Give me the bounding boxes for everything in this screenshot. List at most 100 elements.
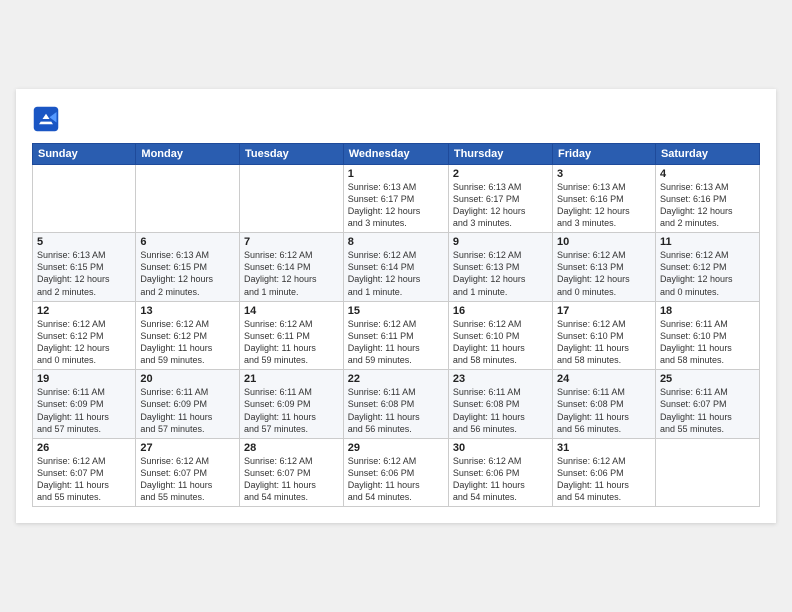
calendar-cell: 14Sunrise: 6:12 AM Sunset: 6:11 PM Dayli… <box>239 301 343 370</box>
cell-day-number: 17 <box>557 305 651 317</box>
cell-day-number: 29 <box>348 442 444 454</box>
calendar-cell: 20Sunrise: 6:11 AM Sunset: 6:09 PM Dayli… <box>136 370 240 439</box>
calendar-cell: 22Sunrise: 6:11 AM Sunset: 6:08 PM Dayli… <box>343 370 448 439</box>
calendar-week-row: 19Sunrise: 6:11 AM Sunset: 6:09 PM Dayli… <box>33 370 760 439</box>
cell-day-number: 10 <box>557 236 651 248</box>
cell-day-number: 26 <box>37 442 131 454</box>
weekday-header: Thursday <box>448 143 552 164</box>
calendar-cell: 3Sunrise: 6:13 AM Sunset: 6:16 PM Daylig… <box>553 164 656 233</box>
cell-day-number: 25 <box>660 373 755 385</box>
cell-info-text: Sunrise: 6:12 AM Sunset: 6:13 PM Dayligh… <box>557 249 651 298</box>
calendar-cell: 21Sunrise: 6:11 AM Sunset: 6:09 PM Dayli… <box>239 370 343 439</box>
cell-day-number: 27 <box>140 442 235 454</box>
calendar-cell: 1Sunrise: 6:13 AM Sunset: 6:17 PM Daylig… <box>343 164 448 233</box>
calendar-cell: 31Sunrise: 6:12 AM Sunset: 6:06 PM Dayli… <box>553 438 656 507</box>
cell-info-text: Sunrise: 6:12 AM Sunset: 6:12 PM Dayligh… <box>140 318 235 367</box>
calendar-cell: 13Sunrise: 6:12 AM Sunset: 6:12 PM Dayli… <box>136 301 240 370</box>
cell-info-text: Sunrise: 6:12 AM Sunset: 6:12 PM Dayligh… <box>37 318 131 367</box>
cell-day-number: 8 <box>348 236 444 248</box>
cell-day-number: 4 <box>660 168 755 180</box>
cell-info-text: Sunrise: 6:11 AM Sunset: 6:09 PM Dayligh… <box>244 386 339 435</box>
cell-day-number: 31 <box>557 442 651 454</box>
calendar-cell: 5Sunrise: 6:13 AM Sunset: 6:15 PM Daylig… <box>33 233 136 302</box>
cell-day-number: 2 <box>453 168 548 180</box>
calendar-cell <box>239 164 343 233</box>
calendar-cell: 11Sunrise: 6:12 AM Sunset: 6:12 PM Dayli… <box>655 233 759 302</box>
cell-info-text: Sunrise: 6:13 AM Sunset: 6:16 PM Dayligh… <box>660 181 755 230</box>
cell-info-text: Sunrise: 6:13 AM Sunset: 6:15 PM Dayligh… <box>37 249 131 298</box>
cell-info-text: Sunrise: 6:12 AM Sunset: 6:11 PM Dayligh… <box>348 318 444 367</box>
cell-day-number: 1 <box>348 168 444 180</box>
cell-day-number: 11 <box>660 236 755 248</box>
cell-day-number: 13 <box>140 305 235 317</box>
calendar-cell: 16Sunrise: 6:12 AM Sunset: 6:10 PM Dayli… <box>448 301 552 370</box>
weekday-header-row: SundayMondayTuesdayWednesdayThursdayFrid… <box>33 143 760 164</box>
calendar-cell <box>33 164 136 233</box>
cell-day-number: 16 <box>453 305 548 317</box>
weekday-header: Wednesday <box>343 143 448 164</box>
calendar-cell: 24Sunrise: 6:11 AM Sunset: 6:08 PM Dayli… <box>553 370 656 439</box>
weekday-header: Saturday <box>655 143 759 164</box>
cell-info-text: Sunrise: 6:12 AM Sunset: 6:14 PM Dayligh… <box>244 249 339 298</box>
cell-info-text: Sunrise: 6:11 AM Sunset: 6:10 PM Dayligh… <box>660 318 755 367</box>
cell-day-number: 28 <box>244 442 339 454</box>
calendar-cell: 10Sunrise: 6:12 AM Sunset: 6:13 PM Dayli… <box>553 233 656 302</box>
logo-icon <box>32 105 60 133</box>
calendar-cell: 15Sunrise: 6:12 AM Sunset: 6:11 PM Dayli… <box>343 301 448 370</box>
calendar-container: SundayMondayTuesdayWednesdayThursdayFrid… <box>16 89 776 524</box>
calendar-cell: 2Sunrise: 6:13 AM Sunset: 6:17 PM Daylig… <box>448 164 552 233</box>
cell-info-text: Sunrise: 6:13 AM Sunset: 6:17 PM Dayligh… <box>453 181 548 230</box>
calendar-cell: 23Sunrise: 6:11 AM Sunset: 6:08 PM Dayli… <box>448 370 552 439</box>
cell-info-text: Sunrise: 6:12 AM Sunset: 6:10 PM Dayligh… <box>557 318 651 367</box>
cell-info-text: Sunrise: 6:12 AM Sunset: 6:06 PM Dayligh… <box>348 455 444 504</box>
cell-info-text: Sunrise: 6:12 AM Sunset: 6:10 PM Dayligh… <box>453 318 548 367</box>
cell-day-number: 23 <box>453 373 548 385</box>
calendar-week-row: 5Sunrise: 6:13 AM Sunset: 6:15 PM Daylig… <box>33 233 760 302</box>
cell-day-number: 9 <box>453 236 548 248</box>
weekday-header: Sunday <box>33 143 136 164</box>
cell-info-text: Sunrise: 6:11 AM Sunset: 6:09 PM Dayligh… <box>37 386 131 435</box>
cell-day-number: 22 <box>348 373 444 385</box>
weekday-header: Monday <box>136 143 240 164</box>
calendar-cell: 18Sunrise: 6:11 AM Sunset: 6:10 PM Dayli… <box>655 301 759 370</box>
logo <box>32 105 64 133</box>
cell-info-text: Sunrise: 6:11 AM Sunset: 6:08 PM Dayligh… <box>557 386 651 435</box>
cell-day-number: 24 <box>557 373 651 385</box>
cell-day-number: 18 <box>660 305 755 317</box>
cell-info-text: Sunrise: 6:12 AM Sunset: 6:11 PM Dayligh… <box>244 318 339 367</box>
calendar-week-row: 1 Sunrise: 6:13 AM Sunset: 6:17 PM Daylig… <box>33 164 760 233</box>
cell-day-number: 14 <box>244 305 339 317</box>
calendar-cell: 4Sunrise: 6:13 AM Sunset: 6:16 PM Daylig… <box>655 164 759 233</box>
calendar-cell: 19Sunrise: 6:11 AM Sunset: 6:09 PM Dayli… <box>33 370 136 439</box>
calendar-cell: 7Sunrise: 6:12 AM Sunset: 6:14 PM Daylig… <box>239 233 343 302</box>
calendar-cell <box>655 438 759 507</box>
cell-day-number: 30 <box>453 442 548 454</box>
cell-day-number: 15 <box>348 305 444 317</box>
calendar-cell <box>136 164 240 233</box>
calendar-cell: 25Sunrise: 6:11 AM Sunset: 6:07 PM Dayli… <box>655 370 759 439</box>
cell-info-text: Sunrise: 6:12 AM Sunset: 6:13 PM Dayligh… <box>453 249 548 298</box>
calendar-cell: 12Sunrise: 6:12 AM Sunset: 6:12 PM Dayli… <box>33 301 136 370</box>
cell-info-text: Sunrise: 6:13 AM Sunset: 6:16 PM Dayligh… <box>557 181 651 230</box>
cell-day-number: 5 <box>37 236 131 248</box>
cell-info-text: Sunrise: 6:11 AM Sunset: 6:07 PM Dayligh… <box>660 386 755 435</box>
calendar-week-row: 26Sunrise: 6:12 AM Sunset: 6:07 PM Dayli… <box>33 438 760 507</box>
calendar-cell: 9Sunrise: 6:12 AM Sunset: 6:13 PM Daylig… <box>448 233 552 302</box>
calendar-cell: 27Sunrise: 6:12 AM Sunset: 6:07 PM Dayli… <box>136 438 240 507</box>
cell-day-number: 6 <box>140 236 235 248</box>
cell-info-text: Sunrise: 6:11 AM Sunset: 6:09 PM Dayligh… <box>140 386 235 435</box>
cell-day-number: 19 <box>37 373 131 385</box>
cell-day-number: 21 <box>244 373 339 385</box>
cell-info-text: Sunrise: 6:13 AM Sunset: 6:15 PM Dayligh… <box>140 249 235 298</box>
calendar-cell: 6Sunrise: 6:13 AM Sunset: 6:15 PM Daylig… <box>136 233 240 302</box>
calendar-cell: 8Sunrise: 6:12 AM Sunset: 6:14 PM Daylig… <box>343 233 448 302</box>
cell-info-text: Sunrise: 6:12 AM Sunset: 6:07 PM Dayligh… <box>37 455 131 504</box>
cell-info-text: Sunrise: 6:12 AM Sunset: 6:14 PM Dayligh… <box>348 249 444 298</box>
cell-info-text: Sunrise: 6:12 AM Sunset: 6:06 PM Dayligh… <box>557 455 651 504</box>
calendar-cell: 26Sunrise: 6:12 AM Sunset: 6:07 PM Dayli… <box>33 438 136 507</box>
calendar-cell: 29Sunrise: 6:12 AM Sunset: 6:06 PM Dayli… <box>343 438 448 507</box>
calendar-cell: 28Sunrise: 6:12 AM Sunset: 6:07 PM Dayli… <box>239 438 343 507</box>
cell-info-text: Sunrise: 6:11 AM Sunset: 6:08 PM Dayligh… <box>453 386 548 435</box>
cell-day-number: 20 <box>140 373 235 385</box>
cell-info-text: Sunrise: 6:12 AM Sunset: 6:07 PM Dayligh… <box>140 455 235 504</box>
